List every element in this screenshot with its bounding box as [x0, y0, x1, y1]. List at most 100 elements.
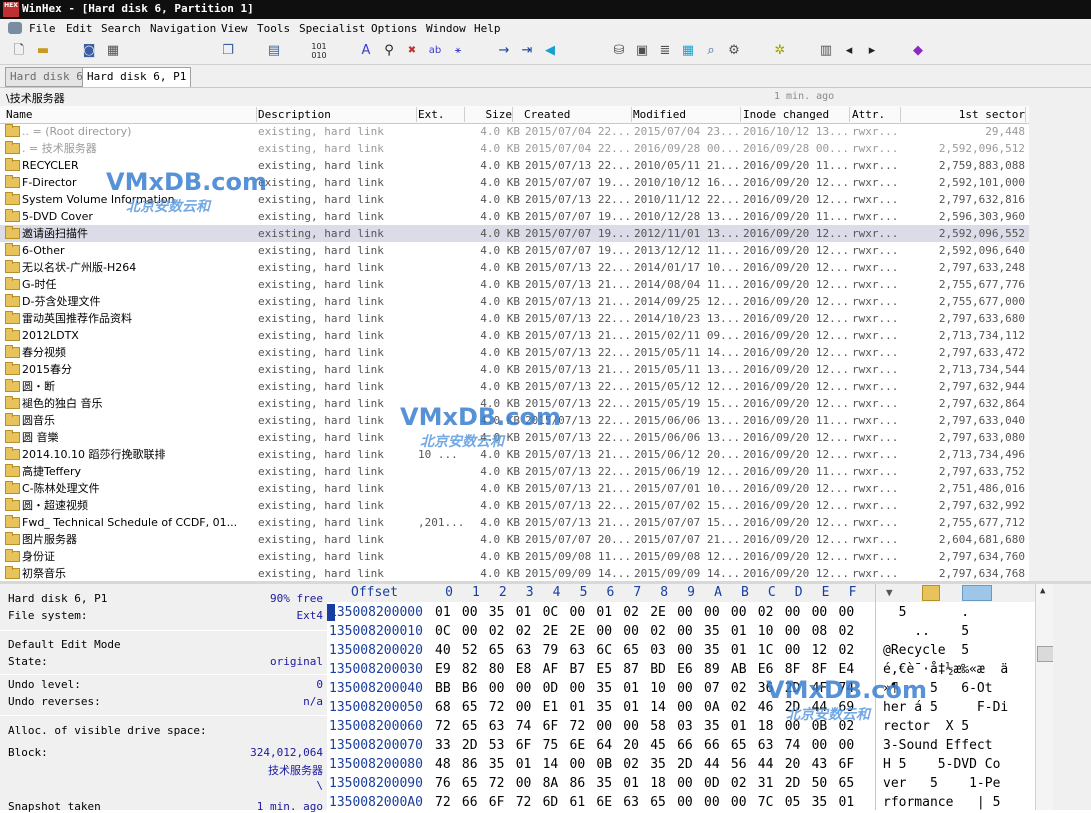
hex-byte[interactable]: 75 — [543, 736, 565, 755]
hex-row[interactable]: 1350082000A0 72 66 6F 72 6D 61 6E 63 65 00 00 00 7C 05… — [327, 793, 875, 812]
table-row[interactable]: 邀请函扫描件 existing, hard link 4.0 KB 2015/07/0… — [0, 225, 1029, 242]
open-file-icon[interactable]: ▬ — [34, 42, 52, 59]
hex-byte[interactable]: 02 — [650, 622, 672, 641]
hex-byte[interactable]: 2E — [543, 622, 565, 641]
hex-byte[interactable]: 02 — [839, 641, 861, 660]
text-row[interactable]: 3-Sound Effect — [883, 736, 993, 755]
hex-byte[interactable]: 80 — [489, 660, 511, 679]
hex-byte[interactable]: 35 — [650, 755, 672, 774]
hex-byte[interactable]: 08 — [812, 622, 834, 641]
paste-icon[interactable]: ▤ — [265, 42, 283, 59]
hex-byte[interactable]: 68 — [435, 698, 457, 717]
hex-byte[interactable]: 01 — [516, 755, 538, 774]
hex-byte[interactable]: 35 — [704, 622, 726, 641]
hex-byte[interactable]: 20 — [623, 736, 645, 755]
ram-icon[interactable]: ≣ — [656, 42, 674, 59]
hex-byte[interactable]: 05 — [785, 793, 807, 812]
hex-byte[interactable]: 01 — [570, 698, 592, 717]
hex-byte[interactable]: 86 — [570, 774, 592, 793]
hex-byte[interactable]: 1C — [758, 641, 780, 660]
document-system-icon[interactable] — [8, 22, 22, 34]
menu-window[interactable]: Window — [426, 22, 466, 35]
hex-byte[interactable]: 20 — [785, 755, 807, 774]
hex-byte[interactable]: 02 — [489, 622, 511, 641]
hex-byte[interactable]: 01 — [839, 793, 861, 812]
hex-byte[interactable]: 65 — [731, 736, 753, 755]
hex-byte[interactable]: 74 — [785, 736, 807, 755]
table-row[interactable]: 身份证 existing, hard link 4.0 KB 2015/09/08 1… — [0, 548, 1029, 565]
hex-byte[interactable]: 0D — [543, 679, 565, 698]
hex-byte[interactable]: BB — [435, 679, 457, 698]
settings-icon[interactable]: ⚙ — [725, 42, 743, 59]
back-icon[interactable]: ◀ — [541, 42, 559, 59]
next-icon[interactable]: ▸ — [863, 42, 881, 59]
magnify-icon[interactable]: ⌕ — [702, 42, 720, 59]
menu-tools[interactable]: Tools — [257, 22, 290, 35]
hex-byte[interactable]: 65 — [839, 774, 861, 793]
hex-byte[interactable]: 65 — [462, 717, 484, 736]
hex-byte[interactable]: 00 — [785, 603, 807, 622]
hex-byte[interactable]: 0A — [704, 698, 726, 717]
hex-byte[interactable]: 72 — [516, 793, 538, 812]
hex-byte[interactable]: 50 — [812, 774, 834, 793]
table-row[interactable]: G-时任 existing, hard link 4.0 KB 2015/07/13 … — [0, 276, 1029, 293]
hex-byte[interactable]: 31 — [758, 774, 780, 793]
prev-icon[interactable]: ◂ — [840, 42, 858, 59]
col-name[interactable]: Name — [6, 107, 257, 122]
gear-icon[interactable]: ✲ — [771, 42, 789, 59]
hex-byte[interactable]: 00 — [677, 603, 699, 622]
hex-byte[interactable]: 65 — [623, 641, 645, 660]
hex-byte[interactable]: B7 — [570, 660, 592, 679]
hex-byte[interactable]: 6E — [570, 736, 592, 755]
hex-byte[interactable]: 35 — [596, 774, 618, 793]
hex-byte[interactable]: 01 — [435, 603, 457, 622]
replace-hex-icon[interactable]: ab — [426, 42, 444, 59]
table-row[interactable]: 圆・断 existing, hard link 4.0 KB 2015/07/13 2… — [0, 378, 1029, 395]
hex-byte[interactable]: 00 — [839, 736, 861, 755]
replace-icon[interactable]: ✖ — [403, 42, 421, 59]
new-file-icon[interactable]: 🗋 — [10, 42, 28, 59]
hex-byte[interactable]: 35 — [812, 793, 834, 812]
text-row[interactable]: H 5 5-DVD Co — [883, 755, 1000, 774]
menu-help[interactable]: Help — [474, 22, 501, 35]
table-row[interactable]: D-芬含处理文件 existing, hard link 4.0 KB 2015/07… — [0, 293, 1029, 310]
hex-byte[interactable]: 87 — [623, 660, 645, 679]
hex-byte[interactable]: 58 — [650, 717, 672, 736]
hex-byte[interactable]: 52 — [462, 641, 484, 660]
table-row[interactable]: 2012LDTX existing, hard link 4.0 KB 2015/07… — [0, 327, 1029, 344]
disk-icon[interactable]: ⛁ — [610, 42, 628, 59]
hex-byte[interactable]: 44 — [758, 755, 780, 774]
hex-byte[interactable]: E5 — [596, 660, 618, 679]
hex-byte[interactable]: 01 — [731, 717, 753, 736]
hex-byte[interactable]: 00 — [677, 698, 699, 717]
hex-byte[interactable]: 00 — [516, 698, 538, 717]
table-row[interactable]: 圆・超速视频 existing, hard link 4.0 KB 2015/07/1… — [0, 497, 1029, 514]
hex-byte[interactable]: AF — [543, 660, 565, 679]
hex-byte[interactable]: E9 — [435, 660, 457, 679]
hex-byte[interactable]: 10 — [758, 622, 780, 641]
hex-byte[interactable]: 56 — [731, 755, 753, 774]
hex-byte[interactable]: E6 — [677, 660, 699, 679]
text-row[interactable]: rformance | 5 — [883, 793, 1000, 812]
table-row[interactable]: Fwd_ Technical Schedule of CCDF, 01... ex… — [0, 514, 1029, 531]
col-description[interactable]: Description — [258, 107, 417, 122]
hex-byte[interactable]: 00 — [596, 717, 618, 736]
hex-byte[interactable]: 00 — [839, 603, 861, 622]
hex-byte[interactable]: 65 — [462, 774, 484, 793]
hex-byte[interactable]: 0C — [543, 603, 565, 622]
hex-byte[interactable]: 02 — [839, 622, 861, 641]
hex-byte[interactable]: 01 — [731, 622, 753, 641]
hex-row[interactable]: 135008200020 40 52 65 63 79 63 6C 65 03 00 35 01 1C 00… — [327, 641, 875, 660]
hex-byte[interactable]: 35 — [704, 717, 726, 736]
menu-file[interactable]: File — [29, 22, 56, 35]
hex-byte[interactable]: 0D — [704, 774, 726, 793]
hex-byte[interactable]: 6C — [596, 641, 618, 660]
hex-byte[interactable]: 00 — [570, 603, 592, 622]
hex-byte[interactable]: 00 — [677, 641, 699, 660]
hex-byte[interactable]: 65 — [462, 698, 484, 717]
hex-byte[interactable]: 02 — [758, 603, 780, 622]
hex-byte[interactable]: 35 — [489, 603, 511, 622]
hex-byte[interactable]: 6F — [489, 793, 511, 812]
hex-byte[interactable]: 6F — [516, 736, 538, 755]
hex-byte[interactable]: 2E — [650, 603, 672, 622]
